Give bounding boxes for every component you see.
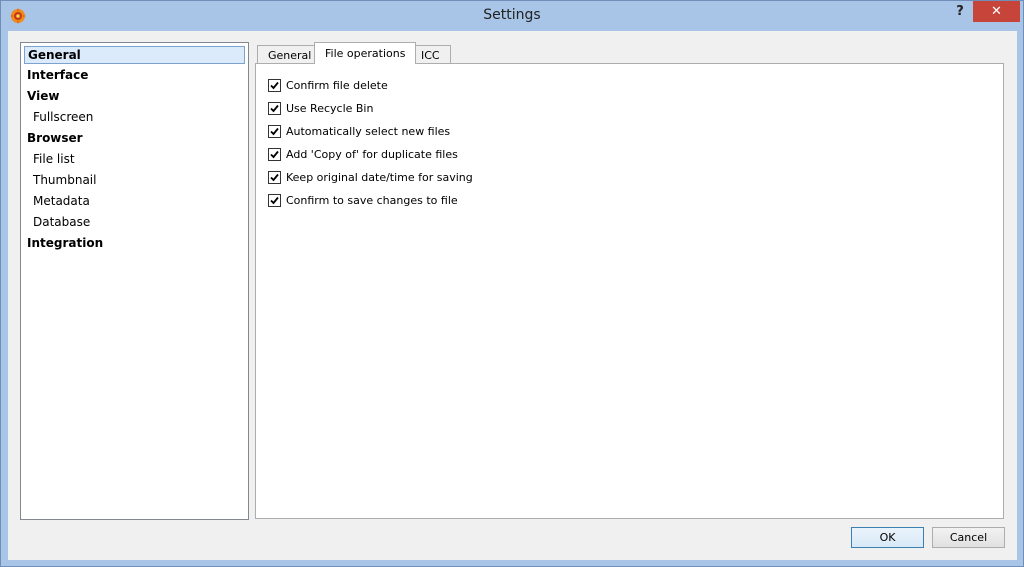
option-label: Keep original date/time for saving <box>286 170 473 184</box>
option-add-copy-of[interactable]: Add 'Copy of' for duplicate files <box>268 146 458 162</box>
tree-item-interface[interactable]: Interface <box>24 67 245 85</box>
option-label: Confirm to save changes to file <box>286 193 458 207</box>
ok-button[interactable]: OK <box>851 527 924 548</box>
checkbox-use-recycle-bin[interactable] <box>268 101 281 115</box>
tab-file-operations[interactable]: File operations <box>314 42 417 64</box>
file-operations-panel: Confirm file delete Use Recycle Bin Auto… <box>255 63 1004 519</box>
settings-category-tree: General Interface View Fullscreen Browse… <box>20 42 249 520</box>
checkmark-icon <box>270 127 279 135</box>
option-label: Use Recycle Bin <box>286 101 374 115</box>
tree-item-metadata[interactable]: Metadata <box>24 193 245 211</box>
option-auto-select-new-files[interactable]: Automatically select new files <box>268 123 450 139</box>
checkmark-icon <box>270 196 279 204</box>
title-bar[interactable]: Settings ? ✕ <box>1 1 1023 31</box>
window-title: Settings <box>483 7 541 23</box>
help-button[interactable]: ? <box>947 1 973 23</box>
option-confirm-save-changes[interactable]: Confirm to save changes to file <box>268 192 458 208</box>
settings-tabs: General File operations ICC Confirm file… <box>255 42 1004 520</box>
settings-window: Settings ? ✕ General Interface View Full… <box>0 0 1024 567</box>
tree-item-integration[interactable]: Integration <box>24 235 245 253</box>
tree-item-database[interactable]: Database <box>24 214 245 232</box>
checkbox-auto-select-new-files[interactable] <box>268 124 281 138</box>
checkmark-icon <box>270 173 279 181</box>
checkmark-icon <box>270 150 279 158</box>
tree-item-browser[interactable]: Browser <box>24 130 245 148</box>
tree-item-fullscreen[interactable]: Fullscreen <box>24 109 245 127</box>
option-confirm-file-delete[interactable]: Confirm file delete <box>268 77 388 93</box>
checkbox-confirm-file-delete[interactable] <box>268 78 281 92</box>
checkmark-icon <box>270 81 279 89</box>
option-label: Confirm file delete <box>286 78 388 92</box>
option-use-recycle-bin[interactable]: Use Recycle Bin <box>268 100 373 116</box>
option-label: Automatically select new files <box>286 124 451 138</box>
tree-item-thumbnail[interactable]: Thumbnail <box>24 172 245 190</box>
option-keep-original-date[interactable]: Keep original date/time for saving <box>268 169 473 185</box>
checkbox-add-copy-of[interactable] <box>268 147 281 161</box>
checkbox-keep-original-date[interactable] <box>268 170 281 184</box>
tree-item-view[interactable]: View <box>24 88 245 106</box>
checkmark-icon <box>270 104 279 112</box>
option-label: Add 'Copy of' for duplicate files <box>286 147 458 161</box>
dialog-client-area: General Interface View Fullscreen Browse… <box>8 31 1017 560</box>
cancel-button[interactable]: Cancel <box>932 527 1005 548</box>
tree-item-general[interactable]: General <box>24 46 245 64</box>
close-button[interactable]: ✕ <box>973 1 1020 22</box>
tree-item-file-list[interactable]: File list <box>24 151 245 169</box>
checkbox-confirm-save-changes[interactable] <box>268 193 281 207</box>
